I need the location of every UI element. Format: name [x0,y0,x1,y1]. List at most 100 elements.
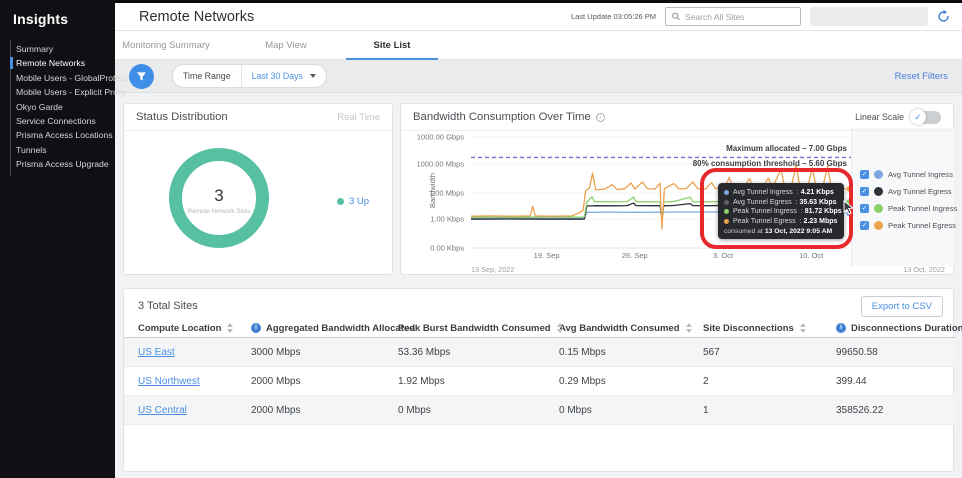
funnel-icon [136,71,147,80]
y-tick-label: 0.00 Kbps [430,244,464,253]
tooltip-series-dot [724,190,729,196]
col-aggregated-bandwidth-allocated[interactable]: Aggregated Bandwidth Allocated [251,323,415,334]
filter-bar: Time Range Last 30 Days Reset Filters [115,60,962,93]
up-status-label: 3 Up [349,196,370,207]
checkbox-checked-icon[interactable] [860,170,869,179]
sidebar-item-tunnels[interactable]: Tunnels [16,143,115,157]
sidebar-title: Insights [13,11,69,27]
sidebar-menu: Summary Remote Networks Mobile Users - G… [10,40,127,176]
col-compute-location[interactable]: Compute Location [138,323,251,334]
reset-filters-link[interactable]: Reset Filters [895,71,948,82]
x-range-start-date: 13 Sep, 2022 [471,265,515,274]
table-title: 3 Total Sites [138,300,198,312]
sort-icon[interactable] [227,323,234,333]
sidebar-item-prisma-access-locations[interactable]: Prisma Access Locations [16,128,115,142]
time-range-value[interactable]: Last 30 Days [242,71,310,81]
tab-map-view[interactable]: Map View [256,31,316,59]
x-range-end-date: 13 Oct, 2022 [903,265,945,274]
sites-table: Compute Location Aggregated Bandwidth Al… [124,319,962,425]
donut-center: 3 Remote Network Sites [169,186,269,215]
search-icon [672,12,680,21]
sidebar: Insights Summary Remote Networks Mobile … [0,0,127,478]
legend-item-peak-tunnel-egress[interactable]: Peak Tunnel Egress [860,217,957,234]
x-tick-label: 26. Sep [622,251,648,260]
series-color-dot [874,204,883,213]
x-tick-label: 10. Oct [799,251,824,260]
tab-monitoring-summary[interactable]: Monitoring Summary [120,31,212,59]
y-tick-label: 1.00 Kbps [430,215,464,224]
site-link-us-central[interactable]: US Central [138,405,187,416]
bandwidth-card-header: Bandwidth Consumption Over Time Linear S… [401,104,953,131]
status-distribution-card: Status Distribution Real Time 3 Remote N… [123,103,393,275]
linear-scale-toggle[interactable] [910,108,941,125]
chevron-down-icon[interactable] [309,74,316,78]
refresh-icon[interactable] [937,10,950,23]
table-row: US East 3000 Mbps 53.36 Mbps 0.15 Mbps 5… [124,338,955,367]
checkbox-checked-icon[interactable] [860,204,869,213]
bandwidth-card-title: Bandwidth Consumption Over Time [413,111,591,123]
x-tick-label: 3. Oct [713,251,734,260]
time-range-label: Time Range [183,71,231,81]
tooltip-series-dot [724,218,729,224]
sidebar-item-mobile-users-globalprotect[interactable]: Mobile Users - GlobalProtect [16,71,127,85]
col-avg-bandwidth-consumed[interactable]: Avg Bandwidth Consumed [559,323,703,334]
bandwidth-consumption-card: Bandwidth Consumption Over Time Linear S… [400,103,957,275]
checkbox-checked-icon[interactable] [860,221,869,230]
site-search[interactable] [665,7,801,26]
up-status-dot [337,198,344,205]
sidebar-item-summary[interactable]: Summary [16,42,115,56]
chart-tooltip: Avg Tunnel Ingress4.21 Kbps Avg Tunnel E… [718,183,844,239]
legend-item-peak-tunnel-ingress[interactable]: Peak Tunnel Ingress [860,200,957,217]
tenant-selector-redacted[interactable] [810,7,928,26]
sort-icon[interactable] [799,323,807,333]
site-link-us-east[interactable]: US East [138,347,175,358]
checkbox-checked-icon[interactable] [860,187,869,196]
sidebar-item-remote-networks[interactable]: Remote Networks [10,56,115,70]
sidebar-item-service-connections[interactable]: Service Connections [16,114,115,128]
col-disconnections-duration[interactable]: Disconnections Duration [836,323,962,334]
filter-button[interactable] [129,63,154,89]
y-tick-label: 1000.00 Gbps [417,133,464,142]
sort-icon[interactable] [556,323,564,333]
tooltip-series-dot [724,199,729,205]
status-card-title: Status Distribution [136,111,228,123]
y-axis-title: Bandwidth [428,172,438,209]
series-color-dot [874,170,883,179]
tab-site-list[interactable]: Site List [346,31,438,60]
info-icon[interactable] [595,112,605,122]
table-row: US Northwest 2000 Mbps 1.92 Mbps 0.29 Mb… [124,367,955,396]
chart-legend-panel: Avg Tunnel Ingress Avg Tunnel Egress Pea… [851,128,957,266]
site-link-us-northwest[interactable]: US Northwest [138,376,200,387]
sort-icon[interactable] [685,323,693,333]
max-allocated-annotation: Maximum allocated – 7.00 Gbps [726,144,847,153]
linear-scale-label: Linear Scale [855,112,904,122]
sidebar-item-mobile-users-explicit-proxy[interactable]: Mobile Users - Explicit Proxy [16,85,127,99]
time-range-pill: Time Range Last 30 Days [172,64,327,88]
sidebar-item-okyo-garde[interactable]: Okyo Garde [16,100,115,114]
export-to-csv-button[interactable]: Export to CSV [860,296,943,317]
legend-item-avg-tunnel-ingress[interactable]: Avg Tunnel Ingress [860,166,957,183]
search-input[interactable] [685,11,794,22]
page-title: Remote Networks [139,8,255,25]
sites-table-card: 3 Total Sites Export to CSV Compute Loca… [123,288,962,472]
sidebar-item-prisma-access-upgrade[interactable]: Prisma Access Upgrade [16,157,115,171]
toggle-knob [910,108,926,125]
info-icon[interactable] [251,323,261,333]
col-site-disconnections[interactable]: Site Disconnections [703,323,836,334]
tab-bar: Monitoring Summary Map View Site List [115,31,962,60]
table-header-row: Compute Location Aggregated Bandwidth Al… [124,319,962,338]
x-tick-label: 19. Sep [534,251,560,260]
app-header: Remote Networks Last Update 03:05:26 PM [115,3,962,31]
status-legend[interactable]: 3 Up [337,196,369,207]
table-row: US Central 2000 Mbps 0 Mbps 0 Mbps 1 358… [124,396,955,425]
info-icon[interactable] [836,323,846,333]
mouse-cursor-icon [843,200,855,215]
legend-item-avg-tunnel-egress[interactable]: Avg Tunnel Egress [860,183,957,200]
y-tick-label: 1000.00 Mbps [416,160,464,169]
last-update-text: Last Update 03:05:26 PM [570,12,656,21]
threshold-annotation: 80% consumption threshold – 5.60 Gbps [692,159,847,168]
real-time-badge: Real Time [337,111,380,123]
status-card-header: Status Distribution Real Time [124,104,392,131]
tooltip-series-dot [724,209,729,215]
col-peak-burst-bandwidth-consumed[interactable]: Peak Burst Bandwidth Consumed [398,323,564,334]
